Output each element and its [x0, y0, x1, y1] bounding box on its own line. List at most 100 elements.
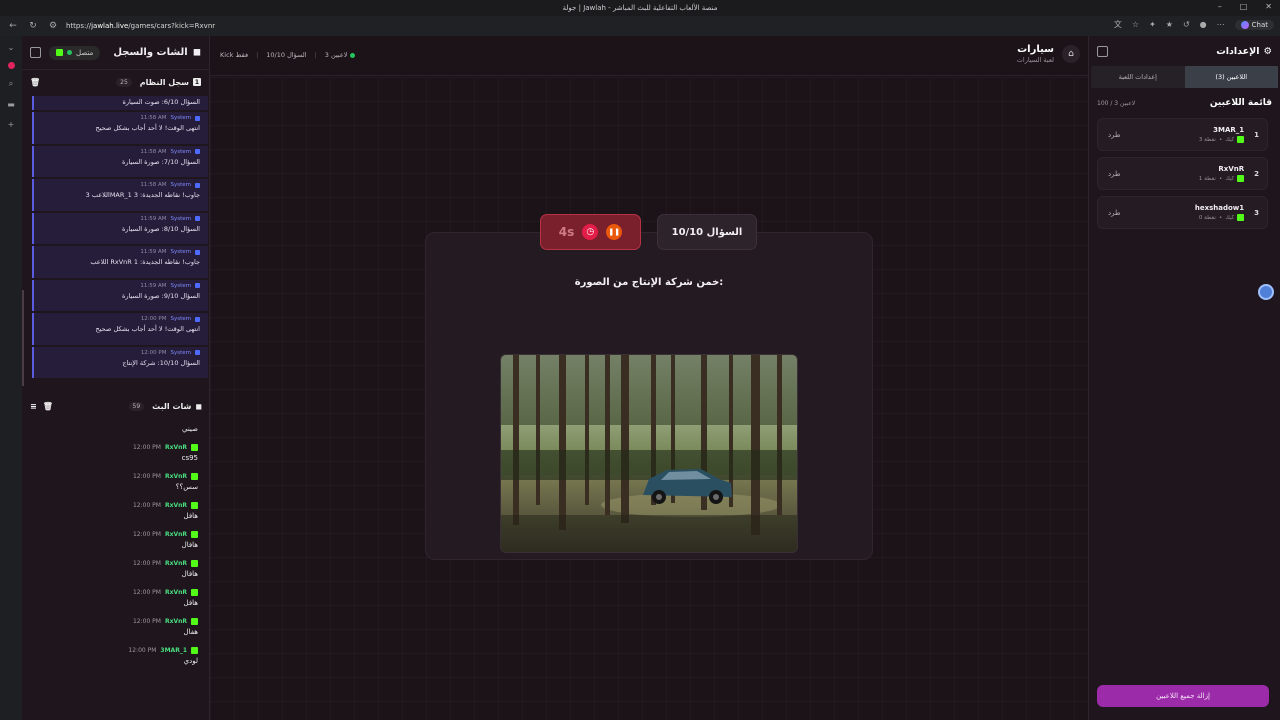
chat-user[interactable]: 3MAR_1 — [160, 647, 187, 654]
menu-icon[interactable]: ⋯ — [1217, 20, 1225, 29]
chat-panel-header: متصل الشات والسجل ◼ — [22, 36, 209, 70]
kick-icon — [191, 502, 198, 509]
verified-icon — [195, 182, 200, 188]
chat-icon: ◼ — [195, 401, 202, 411]
maximize-icon[interactable]: □ — [1240, 2, 1248, 11]
kick-icon — [1237, 214, 1245, 221]
log-item: 12:00 PM System انتهى الوقت! لا أحد أجاب ب… — [32, 313, 208, 345]
players-count: 3 لاعبين — [324, 51, 348, 59]
star-icon[interactable]: ☆ — [1132, 20, 1139, 29]
chat-user[interactable]: RxVnR — [165, 444, 187, 451]
chat-user[interactable]: RxVnR — [165, 531, 187, 538]
add-icon[interactable]: + — [6, 119, 16, 129]
chat-panel-title-text: الشات والسجل — [113, 47, 188, 58]
url-prefix: https:// — [66, 22, 92, 30]
trash-icon[interactable]: 🗑 — [30, 78, 40, 87]
url-path: /games/cars?kick=Rxvnr — [128, 22, 216, 30]
verified-icon — [195, 149, 200, 154]
log-text: السؤال 7/10: صورة السيارة — [122, 157, 200, 166]
log-text: السؤال 9/10: صورة السيارة — [122, 291, 200, 300]
log-item: 11:59 AM System السؤال 9/10: صورة السيارة — [32, 279, 208, 311]
player-points: 3 نقطة — [1198, 136, 1216, 143]
remove-all-players-button[interactable]: إزالة جميع اللاعبين — [1097, 685, 1269, 707]
panel-toggle-icon[interactable] — [30, 47, 41, 58]
log-sender: System — [170, 282, 191, 289]
chat-time: 12:00 PM — [128, 647, 157, 654]
chat-user[interactable]: RxVnR — [165, 502, 187, 509]
app-icon-red[interactable] — [7, 62, 15, 69]
chat-message: 12:00 PM RxVnR هافل — [22, 589, 210, 607]
syslog-scrollbar[interactable] — [22, 290, 24, 386]
game-subtitle: لعبة السيارات — [1016, 56, 1054, 64]
kick-player-button[interactable]: طرد — [1108, 170, 1121, 178]
pause-button[interactable]: ❚❚ — [606, 224, 623, 240]
chat-text: هفال — [183, 628, 198, 636]
site-info-icon[interactable]: ⚙ — [46, 19, 60, 33]
kick-player-button[interactable]: طرد — [1108, 131, 1121, 139]
chat-message: 12:00 PM RxVnR هافل — [22, 502, 210, 520]
connection-status: متصل — [49, 45, 101, 60]
log-sender: System — [170, 316, 191, 322]
history-icon[interactable]: ↺ — [1183, 20, 1190, 29]
back-icon[interactable]: ← — [6, 19, 20, 33]
translate-icon[interactable]: 文 — [1114, 19, 1122, 30]
assistant-icon[interactable] — [1258, 284, 1274, 300]
favorites-icon[interactable]: ★ — [1166, 20, 1173, 29]
chat-user[interactable]: RxVnR — [165, 473, 187, 480]
url-host: jawlah.live — [91, 22, 129, 30]
address-bar: ← ↻ ⚙ https://jawlah.live/games/cars?kic… — [0, 16, 1280, 36]
app-icon-active[interactable]: ▬ — [6, 99, 16, 109]
log-time: 12:00 PM — [140, 349, 167, 356]
chat-text: هافل — [183, 512, 198, 520]
chat-user[interactable]: RxVnR — [165, 560, 187, 567]
player-platform: كيك — [1225, 175, 1235, 182]
divider: | — [314, 51, 317, 59]
syslog-title: سجل النظام — [139, 77, 189, 87]
profile-icon[interactable]: ● — [1200, 20, 1207, 29]
kick-player-button[interactable]: طرد — [1108, 209, 1121, 217]
chat-user[interactable]: RxVnR — [165, 589, 187, 596]
log-item: 11:59 AM System اللاعب RxVnR جاوب! نقاطه ا… — [32, 246, 208, 278]
log-icon: 1 — [193, 78, 201, 86]
syslog-list: السؤال 6/10: صوت السيارة 11:58 AM System ا… — [32, 96, 208, 384]
tab-players[interactable]: اللاعبين (3) — [1184, 66, 1278, 88]
log-text: السؤال 10/10: شركة الإنتاج — [122, 358, 200, 367]
chat-button[interactable]: Chat — [1234, 19, 1274, 30]
browser-titlebar: جولة | Jawlah - منصة الألعاب التفاعلية ل… — [0, 0, 1280, 16]
player-name: RxVnR — [1218, 165, 1245, 173]
tab-game-settings[interactable]: إعدادات اللعبة — [1091, 66, 1185, 88]
timer-seconds: 4s — [558, 225, 575, 239]
trash-icon[interactable]: 🗑 — [43, 402, 53, 411]
gear-icon: ⚙ — [1263, 45, 1272, 57]
minimize-icon[interactable]: – — [1218, 2, 1222, 11]
game-stage: 4s ◷ ❚❚ السؤال 10/10 خمن شركة الإنتاج من… — [210, 77, 1088, 720]
url-field[interactable]: https://jawlah.live/games/cars?kick=Rxvn… — [66, 22, 215, 30]
close-icon[interactable]: ✕ — [1265, 2, 1272, 11]
filter-icon[interactable]: ≡ — [30, 402, 37, 411]
question-text: خمن شركة الإنتاج من الصورة: — [574, 277, 724, 288]
reload-icon[interactable]: ↻ — [26, 19, 40, 33]
log-sender: System — [170, 215, 191, 222]
chat-text: cs95 — [181, 454, 198, 462]
log-text: انتهى الوقت! لا أحد أجاب بشكل صحيح — [95, 124, 201, 132]
search-icon[interactable]: ⌕ — [6, 79, 16, 89]
online-dot — [67, 50, 72, 55]
kick-icon — [191, 647, 198, 654]
chat-text: صيني — [181, 425, 198, 433]
chat-message: 12:00 PM 3MAR_1 لودي — [22, 647, 210, 665]
question-image — [500, 354, 798, 553]
chat-label: Chat — [1251, 20, 1268, 29]
log-item: 11:58 AM System انتهى الوقت! لا أحد أجاب ب… — [32, 112, 208, 144]
chat-user[interactable]: RxVnR — [165, 618, 187, 625]
log-text: اللاعب 3MAR_1 جاوب! نقاطه الجديدة: 3 — [85, 191, 200, 199]
log-time: 11:58 AM — [140, 182, 167, 188]
log-time: 11:59 AM — [140, 282, 167, 289]
extensions-icon[interactable]: ✦ — [1149, 20, 1156, 29]
chat-panel: متصل الشات والسجل ◼ 🗑 25 سجل النظام 1 السؤا… — [22, 36, 210, 720]
verified-icon — [195, 216, 200, 221]
home-icon[interactable]: ⌂ — [1062, 45, 1080, 63]
panel-toggle-icon[interactable] — [1097, 45, 1108, 57]
kick-icon — [191, 444, 198, 451]
player-card: طرد hexshadow1 0 نقطة • كيك 3 — [1097, 196, 1268, 229]
collapse-icon[interactable]: ⌄ — [6, 42, 16, 52]
